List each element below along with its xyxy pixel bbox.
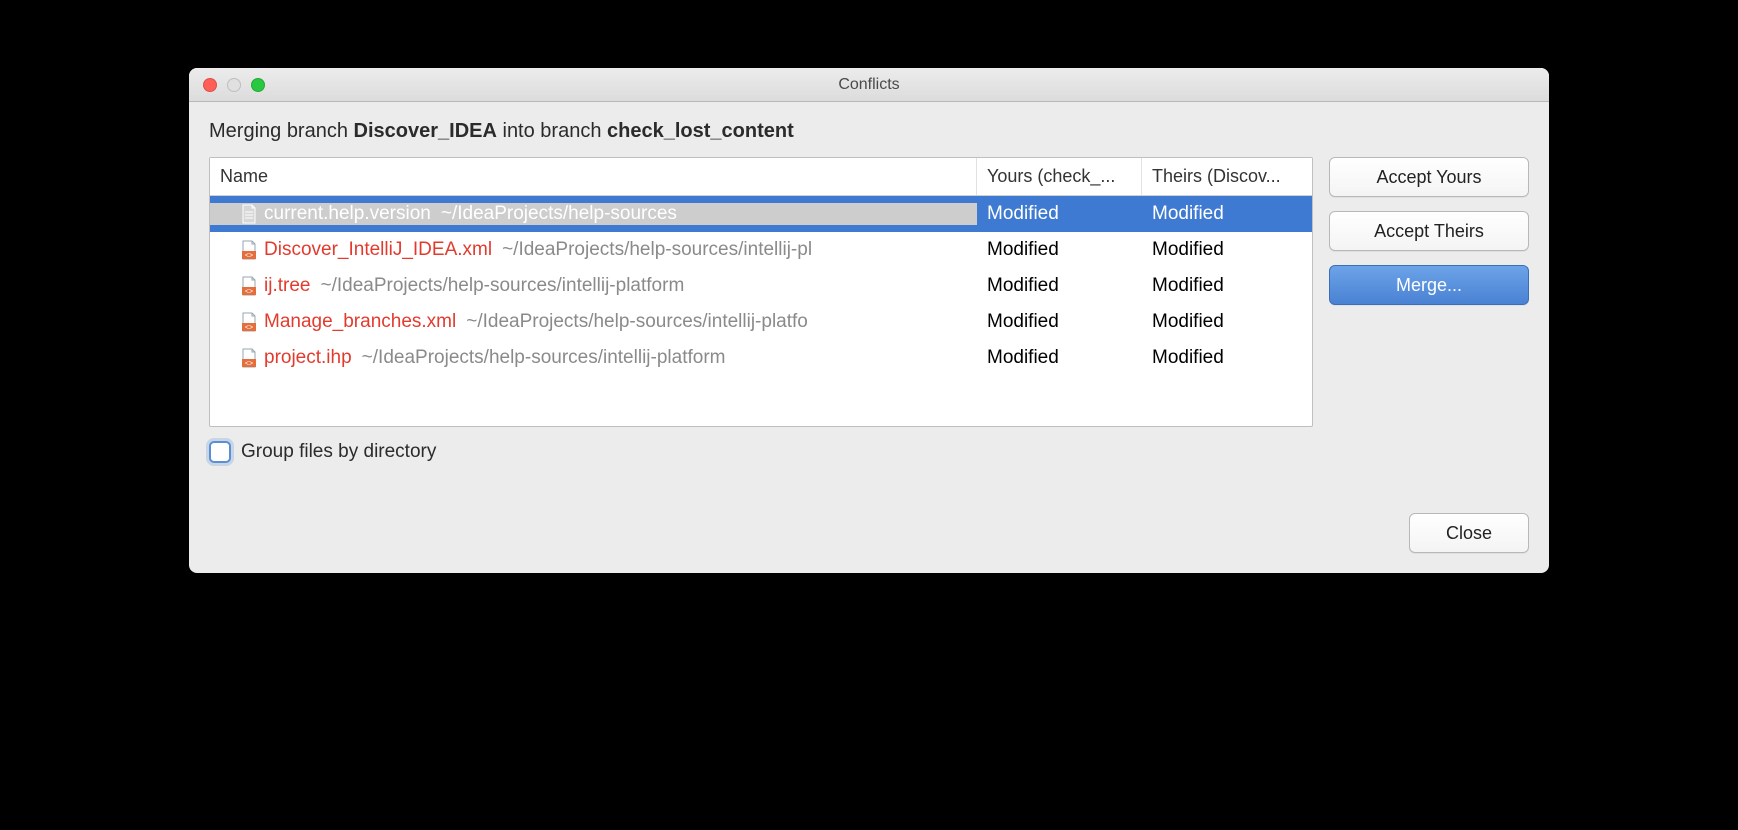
table-row[interactable]: current.help.version ~/IdeaProjects/help-… — [210, 196, 1312, 232]
table-row[interactable]: <> project.ihp ~/IdeaProjects/help-sources… — [210, 340, 1312, 376]
conflicts-table: Name Yours (check_... Theirs (Discov... … — [209, 157, 1313, 427]
table-row[interactable]: <> Manage_branches.xml ~/IdeaProjects/help… — [210, 304, 1312, 340]
file-path: ~/IdeaProjects/help-sources/intellij-pla… — [466, 311, 808, 333]
accept-yours-button[interactable]: Accept Yours — [1329, 157, 1529, 197]
file-name: Discover_IntelliJ_IDEA.xml — [264, 239, 492, 261]
table-header: Name Yours (check_... Theirs (Discov... — [210, 158, 1312, 196]
xml-file-icon: <> — [240, 240, 258, 260]
close-button[interactable]: Close — [1409, 513, 1529, 553]
file-icon — [240, 204, 258, 224]
file-path: ~/IdeaProjects/help-sources/intellij-pl — [502, 239, 812, 261]
merge-message: Merging branch Discover_IDEA into branch… — [209, 120, 1529, 143]
merge-button[interactable]: Merge... — [1329, 265, 1529, 305]
cell-name: <> project.ihp ~/IdeaProjects/help-sources… — [210, 347, 977, 369]
file-name: project.ihp — [264, 347, 352, 369]
file-name: current.help.version — [264, 203, 431, 225]
file-path: ~/IdeaProjects/help-sources — [441, 203, 677, 225]
group-by-directory-label: Group files by directory — [241, 441, 436, 463]
group-by-directory-row: Group files by directory — [209, 441, 1529, 463]
window-controls — [203, 78, 265, 92]
cell-name: <> ij.tree ~/IdeaProjects/help-sources/int… — [210, 275, 977, 297]
minimize-window-icon — [227, 78, 241, 92]
dialog-footer: Close — [209, 513, 1529, 553]
svg-text:<>: <> — [245, 253, 253, 260]
dialog-content: Merging branch Discover_IDEA into branch… — [189, 102, 1549, 573]
xml-file-icon: <> — [240, 348, 258, 368]
col-header-theirs[interactable]: Theirs (Discov... — [1142, 158, 1312, 195]
cell-yours: Modified — [977, 347, 1142, 369]
conflicts-dialog: Conflicts Merging branch Discover_IDEA i… — [189, 68, 1549, 573]
cell-name: <> Discover_IntelliJ_IDEA.xml ~/IdeaProjec… — [210, 239, 977, 261]
branch-into: check_lost_content — [607, 120, 794, 142]
window-title: Conflicts — [189, 76, 1549, 94]
msg-middle: into branch — [497, 120, 607, 142]
group-by-directory-checkbox[interactable] — [209, 441, 231, 463]
branch-from: Discover_IDEA — [354, 120, 497, 142]
msg-prefix: Merging branch — [209, 120, 354, 142]
file-name: Manage_branches.xml — [264, 311, 456, 333]
cell-yours: Modified — [977, 275, 1142, 297]
file-path: ~/IdeaProjects/help-sources/intellij-pla… — [362, 347, 726, 369]
cell-theirs: Modified — [1142, 275, 1312, 297]
xml-file-icon: <> — [240, 312, 258, 332]
svg-text:<>: <> — [245, 325, 253, 332]
cell-name: <> Manage_branches.xml ~/IdeaProjects/help… — [210, 311, 977, 333]
svg-text:<>: <> — [245, 289, 253, 296]
cell-yours: Modified — [977, 239, 1142, 261]
cell-name: current.help.version ~/IdeaProjects/help-… — [210, 203, 977, 225]
xml-file-icon: <> — [240, 276, 258, 296]
cell-yours: Modified — [977, 203, 1142, 225]
accept-theirs-button[interactable]: Accept Theirs — [1329, 211, 1529, 251]
file-name: ij.tree — [264, 275, 310, 297]
cell-theirs: Modified — [1142, 311, 1312, 333]
cell-theirs: Modified — [1142, 203, 1312, 225]
svg-text:<>: <> — [245, 361, 253, 368]
col-header-yours[interactable]: Yours (check_... — [977, 158, 1142, 195]
table-row[interactable]: <> Discover_IntelliJ_IDEA.xml ~/IdeaProjec… — [210, 232, 1312, 268]
titlebar[interactable]: Conflicts — [189, 68, 1549, 102]
table-row[interactable]: <> ij.tree ~/IdeaProjects/help-sources/int… — [210, 268, 1312, 304]
action-buttons: Accept Yours Accept Theirs Merge... — [1329, 157, 1529, 427]
cell-theirs: Modified — [1142, 347, 1312, 369]
close-window-icon[interactable] — [203, 78, 217, 92]
table-body: current.help.version ~/IdeaProjects/help-… — [210, 196, 1312, 426]
file-path: ~/IdeaProjects/help-sources/intellij-pla… — [320, 275, 684, 297]
col-header-name[interactable]: Name — [210, 158, 977, 195]
zoom-window-icon[interactable] — [251, 78, 265, 92]
cell-theirs: Modified — [1142, 239, 1312, 261]
cell-yours: Modified — [977, 311, 1142, 333]
